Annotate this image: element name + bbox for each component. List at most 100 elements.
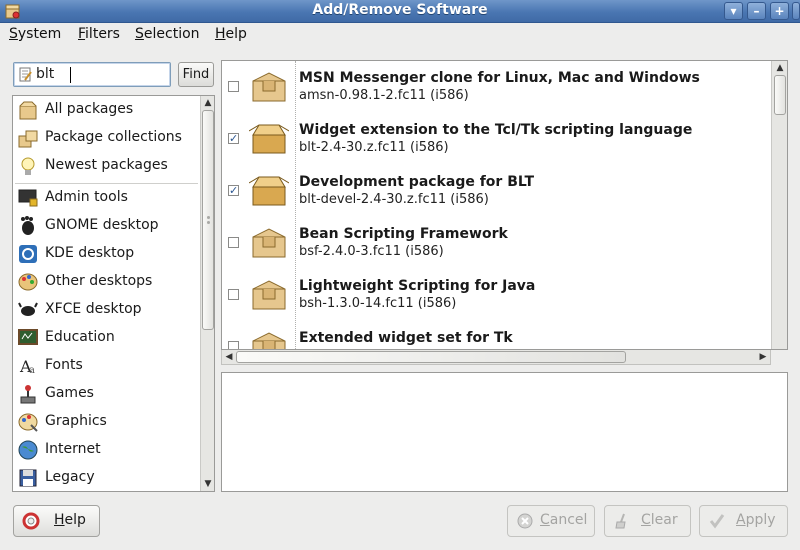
xfce-mouse-icon xyxy=(18,302,38,316)
help-button[interactable]: Help xyxy=(13,505,100,537)
search-input[interactable]: blt xyxy=(13,62,171,87)
monitor-lock-icon xyxy=(18,189,38,207)
package-row[interactable]: Extended widget set for Tk xyxy=(222,321,770,349)
package-name: Extended widget set for Tk xyxy=(299,330,513,346)
find-button[interactable]: Find xyxy=(178,62,214,87)
package-checkbox[interactable] xyxy=(228,341,239,349)
close-icon[interactable] xyxy=(792,2,800,20)
category-item[interactable]: Other desktops xyxy=(13,268,200,296)
category-label: Fonts xyxy=(45,357,83,373)
category-item[interactable]: Graphics xyxy=(13,408,200,436)
package-box-icon xyxy=(252,332,286,349)
package-list: MSN Messenger clone for Linux, Mac and W… xyxy=(221,60,788,350)
clear-label: Clear xyxy=(641,512,678,528)
category-label: Newest packages xyxy=(45,157,168,173)
category-scroll-thumb[interactable] xyxy=(202,110,214,330)
menu-icon[interactable]: ▾ xyxy=(724,2,743,20)
category-item[interactable]: XFCE desktop xyxy=(13,296,200,324)
package-row[interactable]: ✓ Widget extension to the Tcl/Tk scriptin… xyxy=(222,113,770,165)
scroll-up-icon[interactable]: ▲ xyxy=(773,61,787,75)
window-title: Add/Remove Software xyxy=(312,2,488,18)
package-scrollbar[interactable]: ▲ xyxy=(771,61,787,349)
package-name: Development package for BLT xyxy=(299,174,535,190)
scroll-up-icon[interactable]: ▲ xyxy=(201,96,214,110)
category-label: Education xyxy=(45,329,115,345)
menu-filters[interactable]: Filters xyxy=(78,26,120,42)
category-label: Legacy xyxy=(45,469,95,485)
gnome-foot-icon xyxy=(21,216,34,235)
package-version: blt-devel-2.4-30.z.fc11 (i586) xyxy=(299,192,489,207)
menu-selection[interactable]: Selection xyxy=(135,26,200,42)
apply-button[interactable]: Apply xyxy=(699,505,788,537)
package-checkbox[interactable] xyxy=(228,237,239,248)
checkmark-icon xyxy=(709,514,725,529)
scroll-left-icon[interactable]: ◀ xyxy=(222,350,236,364)
package-hscroll-thumb[interactable] xyxy=(236,351,626,363)
splitter-grip[interactable] xyxy=(207,216,210,219)
help-label: Help xyxy=(54,512,86,528)
category-separator xyxy=(15,183,198,184)
category-item[interactable]: Internet xyxy=(13,436,200,464)
svg-text:a: a xyxy=(29,365,35,376)
category-label: XFCE desktop xyxy=(45,301,142,317)
title-bar[interactable]: Add/Remove Software ▾ – + xyxy=(0,0,800,23)
package-scroll-thumb[interactable] xyxy=(774,75,786,115)
package-version: blt-2.4-30.z.fc11 (i586) xyxy=(299,140,449,155)
scroll-down-icon[interactable]: ▼ xyxy=(201,477,214,491)
package-checkbox[interactable]: ✓ xyxy=(228,133,239,144)
kde-gear-icon xyxy=(19,245,37,263)
package-row[interactable]: MSN Messenger clone for Linux, Mac and W… xyxy=(222,61,770,113)
category-scrollbar[interactable]: ▲ ▼ xyxy=(200,96,214,491)
floppy-icon xyxy=(19,469,37,487)
menu-help[interactable]: Help xyxy=(215,26,247,42)
package-box-icon xyxy=(249,124,289,154)
package-row[interactable]: ✓ Development package for BLT blt-devel-2.… xyxy=(222,165,770,217)
package-version: bsh-1.3.0-14.fc11 (i586) xyxy=(299,296,457,311)
clear-button[interactable]: Clear xyxy=(604,505,691,537)
menu-bar: System Filters Selection Help xyxy=(0,23,800,47)
cancel-button[interactable]: Cancel xyxy=(507,505,595,537)
search-value: blt xyxy=(36,66,55,82)
chalkboard-icon xyxy=(18,329,38,345)
package-name: Lightweight Scripting for Java xyxy=(299,278,536,294)
document-edit-icon xyxy=(19,67,32,82)
package-box-icon xyxy=(252,280,286,310)
cancel-icon xyxy=(517,513,533,529)
category-item[interactable]: Games xyxy=(13,380,200,408)
scroll-right-icon[interactable]: ▶ xyxy=(756,350,770,364)
lifebuoy-icon xyxy=(22,512,40,530)
menu-system[interactable]: System xyxy=(9,26,61,42)
package-row[interactable]: Lightweight Scripting for Java bsh-1.3.0-… xyxy=(222,269,770,321)
category-label: KDE desktop xyxy=(45,245,135,261)
package-description xyxy=(221,372,788,492)
package-checkbox[interactable] xyxy=(228,289,239,300)
category-item[interactable]: Admin tools xyxy=(13,184,200,212)
minimize-icon[interactable]: – xyxy=(747,2,766,20)
package-name: Widget extension to the Tcl/Tk scripting… xyxy=(299,122,693,138)
category-item[interactable]: All packages xyxy=(13,96,200,124)
category-item[interactable]: Legacy xyxy=(13,464,200,491)
palette-icon xyxy=(18,273,38,291)
category-item[interactable]: Package collections xyxy=(13,124,200,152)
text-caret xyxy=(70,67,71,83)
broom-icon xyxy=(615,513,626,529)
category-item[interactable]: GNOME desktop xyxy=(13,212,200,240)
package-checkbox[interactable] xyxy=(228,81,239,92)
package-name: Bean Scripting Framework xyxy=(299,226,508,242)
package-checkbox[interactable]: ✓ xyxy=(228,185,239,196)
category-item[interactable]: KDE desktop xyxy=(13,240,200,268)
lightbulb-icon xyxy=(21,157,35,175)
cancel-label: Cancel xyxy=(540,512,588,528)
package-row[interactable]: Bean Scripting Framework bsf-2.4.0-3.fc11… xyxy=(222,217,770,269)
apply-label: Apply xyxy=(736,512,776,528)
category-item[interactable]: Education xyxy=(13,324,200,352)
package-box-icon xyxy=(252,72,286,102)
category-label: Other desktops xyxy=(45,273,153,289)
category-label: All packages xyxy=(45,101,134,117)
maximize-icon[interactable]: + xyxy=(770,2,789,20)
package-collection-icon xyxy=(18,130,38,148)
category-item[interactable]: Newest packages xyxy=(13,152,200,180)
category-item[interactable]: Aa Fonts xyxy=(13,352,200,380)
splitter-grip[interactable] xyxy=(207,221,210,224)
package-hscrollbar[interactable]: ◀ ▶ xyxy=(221,350,771,365)
